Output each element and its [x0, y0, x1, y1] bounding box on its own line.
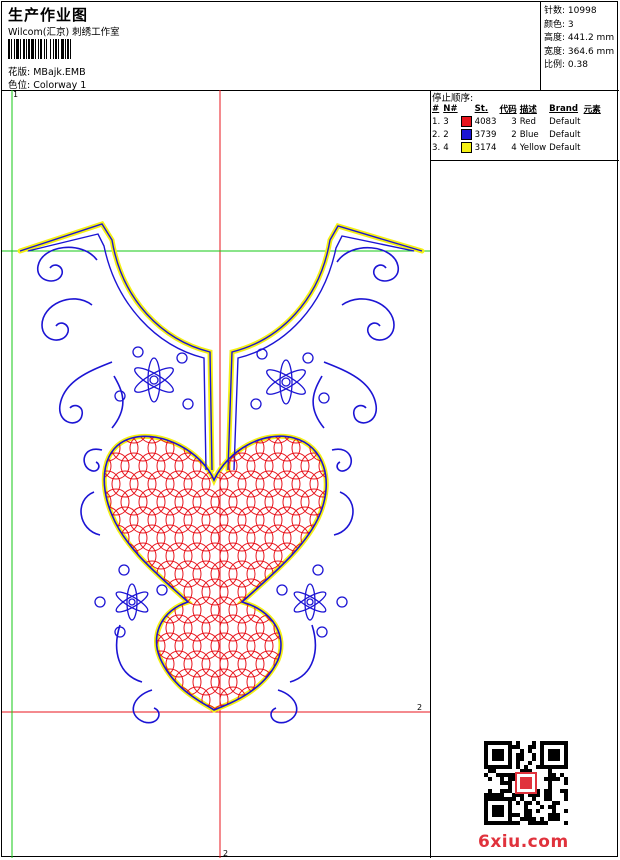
qr-code	[484, 741, 568, 825]
colorway-line: 色位: Colorway 1	[8, 77, 86, 91]
stat-height: 高度: 441.2 mm	[544, 33, 615, 44]
design-file-line: 花版: MBajk.EMB	[8, 64, 86, 78]
stop-sequence-table: # N# St. 代码 描述 Brand 元素 1. 3 4083 3 Red …	[432, 102, 604, 154]
heart-outline	[103, 435, 327, 711]
guide-label-right: 2	[417, 703, 422, 712]
design-preview: 1 2 2	[2, 90, 431, 858]
stat-scale: 比例: 0.38	[544, 60, 588, 71]
barcode	[8, 39, 120, 59]
stop-sequence-panel: 停止顺序: # N# St. 代码 描述 Brand 元素 1. 3 4083 …	[430, 90, 619, 161]
color-swatch	[460, 142, 472, 153]
stat-width: 宽度: 364.6 mm	[544, 46, 615, 57]
stat-colors: 颜色: 3	[544, 19, 574, 30]
table-row: 1. 3 4083 3 Red Default	[432, 116, 581, 127]
page-title: 生产作业图	[8, 6, 89, 24]
watermark-logo: 6xiu.com	[478, 832, 569, 852]
stat-stitches: 针数: 10998	[544, 6, 597, 16]
collar-outline	[19, 223, 423, 471]
company-name: Wilcom(汇京) 刺绣工作室	[8, 27, 120, 38]
table-row: 3. 4 3174 4 Yellow Default	[432, 142, 581, 153]
embroidery-design: 1 2 2	[2, 90, 430, 858]
table-row: 2. 2 3739 2 Blue Default	[432, 129, 581, 140]
table-header-row: # N# St. 代码 描述 Brand 元素	[432, 103, 601, 115]
guide-label-bottom: 2	[223, 849, 228, 858]
design-stats: 针数: 10998 颜色: 3 高度: 441.2 mm 宽度: 364.6 m…	[540, 2, 619, 90]
worksheet-header: 生产作业图 Wilcom(汇京) 刺绣工作室 花版: MBajk.EMB 色位:…	[2, 2, 619, 91]
upper-right-flower	[250, 348, 330, 410]
upper-left-flower	[114, 346, 194, 410]
guide-label-top: 1	[13, 90, 18, 99]
color-swatch	[460, 116, 472, 127]
color-swatch	[460, 129, 472, 140]
worksheet: 生产作业图 Wilcom(汇京) 刺绣工作室 花版: MBajk.EMB 色位:…	[1, 1, 619, 858]
